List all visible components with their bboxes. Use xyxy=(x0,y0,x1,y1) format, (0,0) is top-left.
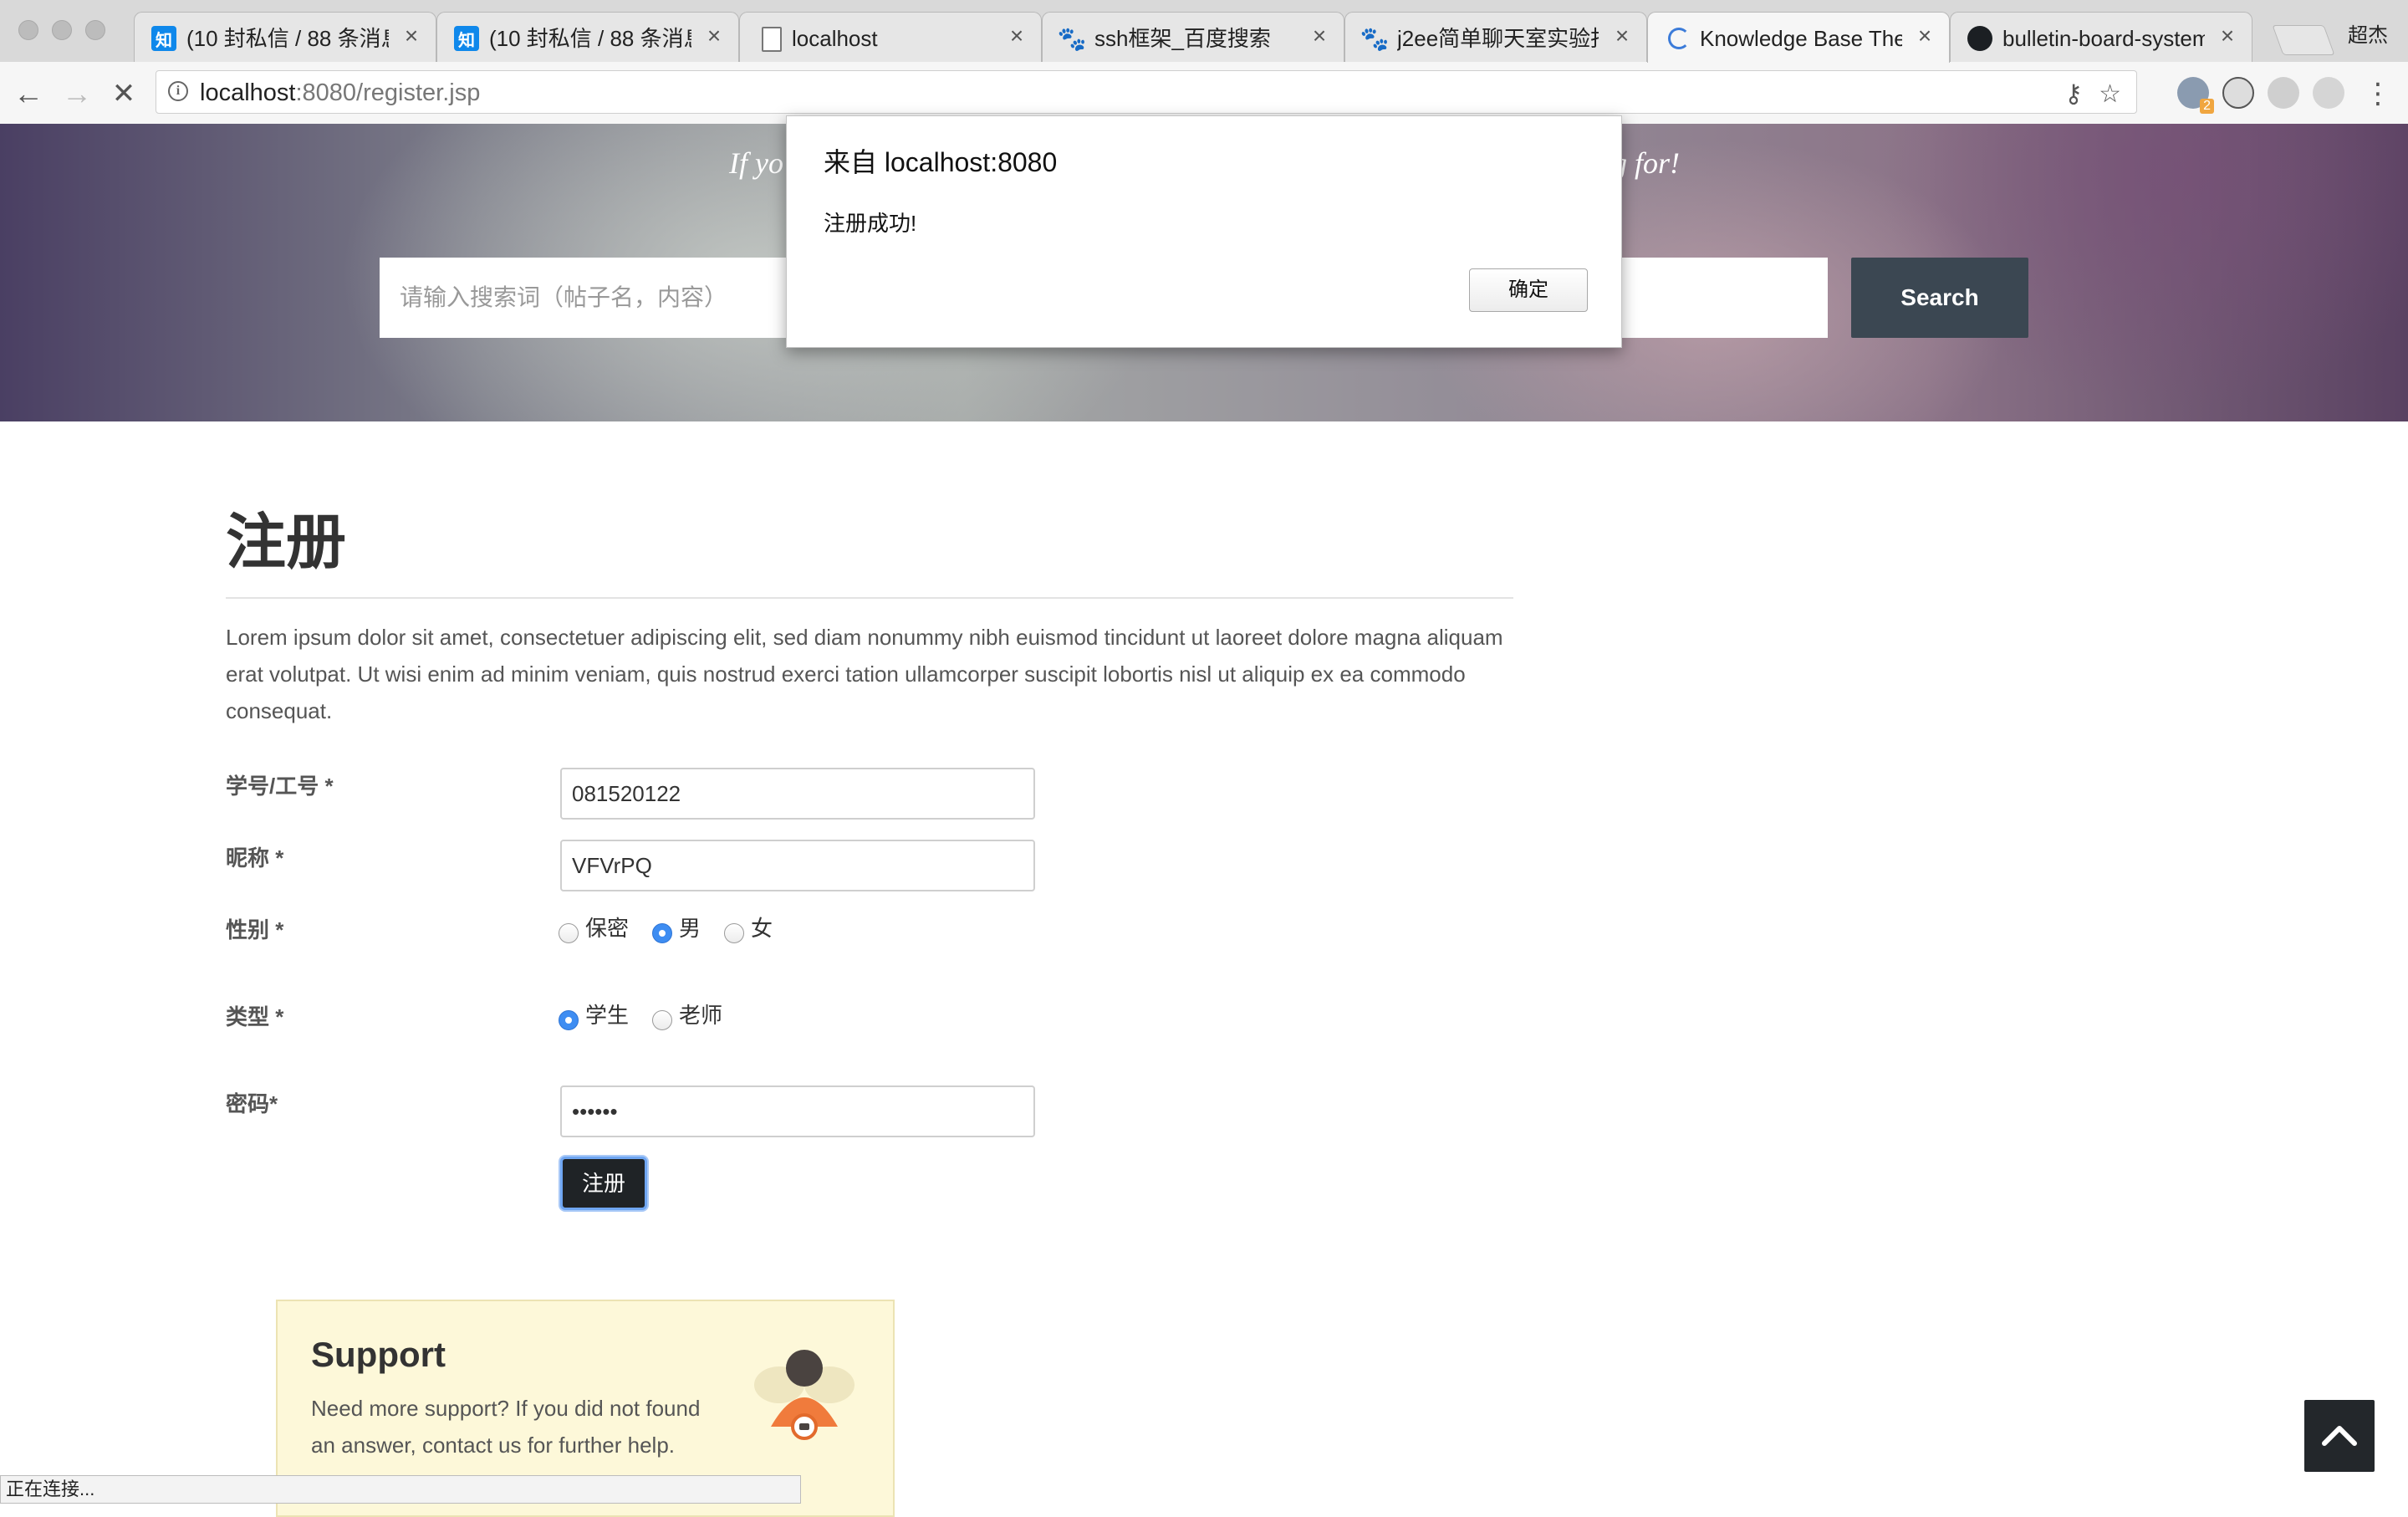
new-tab-button[interactable] xyxy=(2272,25,2335,55)
tab-title: Knowledge Base Theme xyxy=(1700,26,1902,51)
hero-tagline-left: If yo xyxy=(729,146,783,180)
type-option-label: 老师 xyxy=(679,1003,723,1028)
close-tab-icon[interactable]: × xyxy=(1610,23,1635,49)
browser-tab[interactable]: 知 (10 封私信 / 88 条消息) × xyxy=(134,12,436,62)
title-divider xyxy=(226,597,1513,599)
tab-title: j2ee简单聊天室实验报告 xyxy=(1397,26,1599,51)
dialog-message: 注册成功! xyxy=(824,211,917,236)
cat-extension-icon[interactable] xyxy=(2222,77,2254,109)
stop-loading-icon[interactable]: ✕ xyxy=(107,77,140,110)
key-icon[interactable]: ⚷ xyxy=(2064,79,2083,109)
tab-title: (10 封私信 / 88 条消息) xyxy=(489,26,691,51)
id-field[interactable]: 081520122 xyxy=(560,768,1035,820)
gender-option-label: 女 xyxy=(751,916,773,941)
nickname-label: 昵称 * xyxy=(226,845,284,871)
hero-tagline-right: g for! xyxy=(1612,146,1680,180)
dialog-ok-button[interactable]: 确定 xyxy=(1469,268,1588,312)
gender-radio-male[interactable] xyxy=(652,923,672,943)
id-label: 学号/工号 * xyxy=(226,774,334,799)
url-path: :8080/register.jsp xyxy=(295,79,481,106)
more-menu-icon[interactable]: ⋮ xyxy=(2361,77,2395,110)
support-text: Need more support? If you did not found … xyxy=(311,1396,701,1458)
forward-arrow-icon[interactable]: → xyxy=(60,77,94,110)
tab-title: localhost xyxy=(792,26,878,51)
zhihu-icon: 知 xyxy=(151,26,176,51)
close-tab-icon[interactable]: × xyxy=(1307,23,1332,49)
loading-icon xyxy=(1668,28,1690,49)
type-option-label: 学生 xyxy=(585,1003,630,1028)
browser-tab[interactable]: localhost × xyxy=(739,12,1042,62)
url-host: localhost xyxy=(200,79,296,106)
close-tab-icon[interactable]: × xyxy=(1912,23,1937,49)
register-submit-button[interactable]: 注册 xyxy=(560,1157,647,1210)
password-label: 密码* xyxy=(226,1091,278,1116)
close-window-button[interactable] xyxy=(18,20,38,40)
url-text: localhost:8080/register.jsp xyxy=(200,79,480,106)
search-button[interactable]: Search xyxy=(1851,258,2028,338)
page-title: 注册 xyxy=(226,509,347,576)
type-radio-student[interactable] xyxy=(559,1010,579,1030)
browser-tab[interactable]: 🐾 j2ee简单聊天室实验报告 × xyxy=(1344,12,1647,62)
baidu-icon: 🐾 xyxy=(1057,25,1087,52)
extension-badge: 2 xyxy=(2200,99,2214,114)
bookmark-star-icon[interactable]: ☆ xyxy=(2099,79,2121,109)
address-bar[interactable]: i localhost:8080/register.jsp ⚷ ☆ xyxy=(156,70,2137,114)
close-tab-icon[interactable]: × xyxy=(399,23,424,49)
zhihu-icon: 知 xyxy=(454,26,479,51)
browser-status-bar: 正在连接... xyxy=(0,1475,801,1504)
nickname-field[interactable]: VFVrPQ xyxy=(560,840,1035,891)
back-arrow-icon[interactable]: ← xyxy=(12,77,45,110)
gender-label: 性别 * xyxy=(226,917,284,942)
gender-radio-secret[interactable] xyxy=(559,923,579,943)
browser-tab[interactable]: 🐾 ssh框架_百度搜索 × xyxy=(1042,12,1344,62)
github-icon xyxy=(1967,26,1992,51)
password-field[interactable]: •••••• xyxy=(560,1085,1035,1137)
minimize-window-button[interactable] xyxy=(52,20,72,40)
tab-title: (10 封私信 / 88 条消息) xyxy=(186,26,389,51)
site-info-icon[interactable]: i xyxy=(168,81,188,101)
support-agent-icon xyxy=(754,1350,855,1440)
tab-title: ssh框架_百度搜索 xyxy=(1094,26,1271,51)
dialog-title: 来自 localhost:8080 xyxy=(824,147,1058,177)
back-to-top-button[interactable] xyxy=(2304,1400,2375,1472)
extension-icon[interactable]: 2 xyxy=(2177,77,2214,114)
gender-option-label: 保密 xyxy=(585,916,630,941)
browser-tab-strip: 知 (10 封私信 / 88 条消息) × 知 (10 封私信 / 88 条消息… xyxy=(0,0,2408,63)
tab-title: bulletin-board-system xyxy=(2002,26,2205,51)
close-tab-icon[interactable]: × xyxy=(1004,23,1029,49)
page-icon xyxy=(762,27,782,52)
browser-tab-active[interactable]: Knowledge Base Theme × xyxy=(1647,12,1950,63)
profile-name[interactable]: 超杰 xyxy=(2348,18,2388,48)
gender-option-label: 男 xyxy=(679,916,701,941)
close-tab-icon[interactable]: × xyxy=(2215,23,2240,49)
type-label: 类型 * xyxy=(226,1004,284,1029)
plane-extension-icon[interactable] xyxy=(2313,77,2344,109)
maximize-window-button[interactable] xyxy=(85,20,105,40)
intro-paragraph: Lorem ipsum dolor sit amet, consectetuer… xyxy=(226,625,1503,723)
close-tab-icon[interactable]: × xyxy=(701,23,727,49)
support-title: Support xyxy=(311,1335,446,1374)
baidu-icon: 🐾 xyxy=(1360,25,1390,52)
gender-radio-female[interactable] xyxy=(724,923,744,943)
browser-tab[interactable]: bulletin-board-system × xyxy=(1950,12,2252,62)
type-radio-teacher[interactable] xyxy=(652,1010,672,1030)
alert-dialog: 来自 localhost:8080 注册成功! 确定 xyxy=(786,115,1622,348)
browser-tab[interactable]: 知 (10 封私信 / 88 条消息) × xyxy=(436,12,739,62)
umbrella-extension-icon[interactable] xyxy=(2268,77,2299,109)
chevron-up-icon xyxy=(2322,1426,2357,1446)
